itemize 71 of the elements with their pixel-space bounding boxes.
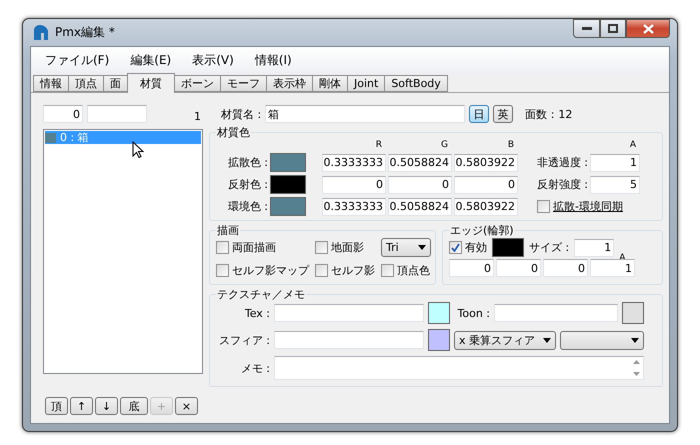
option-checkbox[interactable]: セルフ影マップ xyxy=(216,263,309,278)
menu-item[interactable]: 表示(V) xyxy=(192,52,234,68)
number-field[interactable]: 0.5803922 xyxy=(454,154,518,172)
column-header: G xyxy=(440,140,449,150)
material-name-field[interactable]: 箱 xyxy=(265,105,466,123)
number-field[interactable]: 0 xyxy=(388,176,452,194)
column-header: R xyxy=(374,140,383,150)
list-button[interactable]: ↑ xyxy=(70,397,93,415)
tab[interactable]: 材質 xyxy=(127,73,175,93)
enable-checkbox[interactable]: 有効 xyxy=(449,240,487,255)
column-header: B xyxy=(506,140,515,150)
field-label: 材質名 : xyxy=(221,106,262,122)
number-field[interactable]: 0 xyxy=(322,176,386,194)
number-field[interactable]: 0 xyxy=(454,176,518,194)
option-checkbox[interactable]: 頂点色 xyxy=(381,263,431,278)
tab[interactable]: 剛体 xyxy=(312,75,348,92)
number-field[interactable]: 1 xyxy=(590,259,635,277)
number-field[interactable]: 0.3333333 xyxy=(322,154,386,172)
field-label: 環境色 : xyxy=(226,199,268,214)
number-field[interactable]: 1 xyxy=(590,154,640,172)
tab[interactable]: モーフ xyxy=(220,75,267,92)
list-button[interactable]: 頂 xyxy=(45,397,68,415)
number-field[interactable]: 0 xyxy=(449,259,494,277)
field-label: 反射色 : xyxy=(226,177,268,192)
number-field[interactable]: 0 xyxy=(543,259,588,277)
number-field[interactable]: 0.3333333 xyxy=(322,198,386,216)
index-field[interactable]: 0 xyxy=(43,105,83,123)
menu-item[interactable]: 編集(E) xyxy=(130,52,172,68)
list-button[interactable]: 底 xyxy=(120,397,148,415)
tab[interactable]: 表示枠 xyxy=(266,75,313,92)
tab[interactable]: 頂点 xyxy=(68,75,104,92)
list-button[interactable]: × xyxy=(175,397,198,415)
tab[interactable]: 面 xyxy=(103,75,128,92)
group-title: 材質色 xyxy=(216,125,251,140)
menu-item[interactable]: 情報(I) xyxy=(254,52,292,68)
number-field[interactable]: 0 xyxy=(496,259,541,277)
number-field[interactable]: 0.5058824 xyxy=(388,198,452,216)
field-label: スフィア : xyxy=(218,332,270,348)
field-label: 非透過度 : xyxy=(536,155,588,170)
sync-checkbox[interactable]: 拡散-環境同期 xyxy=(537,199,623,214)
group-title: エッジ(輪郭) xyxy=(449,223,515,238)
number-field[interactable]: 0.5803922 xyxy=(454,198,518,216)
field-label: Tex : xyxy=(244,306,270,320)
group-title: 描画 xyxy=(216,223,240,238)
material-count: 1 xyxy=(194,110,202,123)
option-checkbox[interactable]: 地面影 xyxy=(315,240,375,255)
field-label: 反射強度 : xyxy=(536,177,588,192)
number-field[interactable]: 1 xyxy=(574,238,614,256)
language-button[interactable]: 英 xyxy=(493,105,514,123)
tab[interactable]: SoftBody xyxy=(384,75,448,92)
menu-item[interactable]: ファイル(F) xyxy=(45,52,110,68)
number-field[interactable]: 0.5058824 xyxy=(388,154,452,172)
number-field[interactable]: 5 xyxy=(590,176,640,194)
field-label: サイズ : xyxy=(529,240,570,255)
option-checkbox[interactable]: セルフ影 xyxy=(315,263,375,278)
language-button[interactable]: 日 xyxy=(469,105,490,123)
primitive-dropdown[interactable]: Tri xyxy=(381,238,431,257)
group-title: テクスチャ／メモ xyxy=(216,287,306,302)
field-label: メモ : xyxy=(240,360,270,376)
tab[interactable]: ボーン xyxy=(174,75,221,92)
option-checkbox[interactable]: 両面描画 xyxy=(216,240,309,255)
field-label: 拡散色 : xyxy=(226,155,268,170)
window-title: Pmx編集 * xyxy=(55,24,116,41)
column-header: A xyxy=(628,140,637,150)
tab[interactable]: Joint xyxy=(347,75,386,92)
field-label: 面数 : xyxy=(525,106,554,122)
list-button[interactable]: ↓ xyxy=(95,397,118,415)
tab[interactable]: 情報 xyxy=(33,75,69,92)
field-label: Toon : xyxy=(456,306,490,320)
face-count: 12 xyxy=(558,108,572,120)
sphere-mode-dropdown[interactable]: x 乗算スフィア xyxy=(454,330,556,350)
